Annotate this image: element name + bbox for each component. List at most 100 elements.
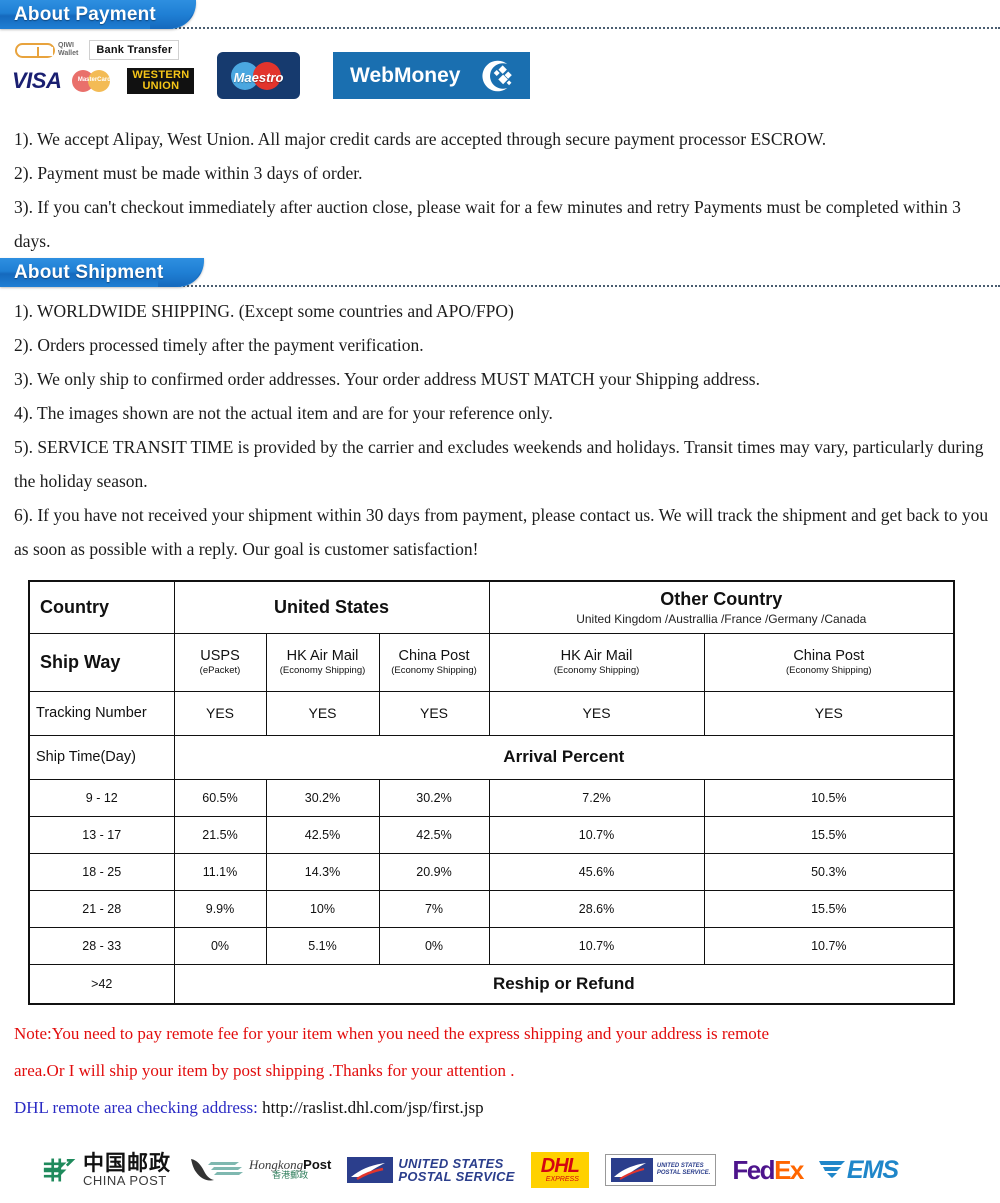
carrier-logo-strip: 中国邮政 CHINA POST HongkongPost 香港郵政 UNITED… [0,1141,1000,1199]
cell-value-4-3: 10.7% [488,926,705,965]
cell-country-label: Country [28,580,175,634]
about-payment-banner: About Payment [0,0,1000,32]
cell-value-1-3: 10.7% [488,815,705,854]
cell-value-0-3: 7.2% [488,778,705,817]
cell-reship-or-refund: Reship or Refund [173,963,955,1005]
cell-tracking-1: YES [265,690,380,736]
dhl-remote-url[interactable]: http://raslist.dhl.com/jsp/first.jsp [262,1098,483,1117]
webmoney-label: WebMoney [350,63,461,87]
remote-fee-note: Note:You need to pay remote fee for your… [0,1005,1000,1126]
shipment-item-1: 1). WORLDWIDE SHIPPING. (Except some cou… [14,301,514,321]
usps-boxed-eagle-icon [610,1158,653,1182]
maestro-label: Maestro [233,69,284,85]
visa-logo: VISA [12,68,62,93]
western-union-logo: WESTERN UNION [127,68,195,94]
table-row: 18 - 25 11.1% 14.3% 20.9% 45.6% 50.3% [28,852,955,891]
table-row: 9 - 12 60.5% 30.2% 30.2% 7.2% 10.5% [28,778,955,817]
cell-ship-way-label: Ship Way [28,632,175,692]
group-subtitle-other: United Kingdom /Australlia /France /Germ… [576,611,867,626]
payment-methods-logo-row: QIWI Wallet Bank Transfer VISA MasterCar… [0,38,1000,116]
cell-ship-way-hk-oc: HK Air Mail (Economy Shipping) [488,632,705,692]
dhl-text: DHL [540,1155,580,1177]
ship-way-name-1: HK Air Mail [286,647,359,664]
table-row-reship: >42 Reship or Refund [28,963,955,1005]
payment-logo-column: QIWI Wallet Bank Transfer VISA MasterCar… [12,38,195,94]
usps-boxed-text: UNITED STATES POSTAL SERVICE. [657,1163,710,1177]
cell-ship-way-usps: USPS (ePacket) [173,632,267,692]
cell-value-1-4: 15.5% [703,815,955,854]
cell-value-3-0: 9.9% [173,889,267,928]
hongkong-post-logo: HongkongPost 香港郵政 [187,1155,331,1185]
fedex-fed-text: Fed [732,1154,775,1185]
ship-way-sub-0: (ePacket) [199,664,241,676]
cell-range-4: 28 - 33 [28,926,175,965]
shipment-item-5: 5). SERVICE TRANSIT TIME is provided by … [14,437,984,491]
cell-range-1: 13 - 17 [28,815,175,854]
cell-value-2-4: 50.3% [703,852,955,891]
cell-tracking-2: YES [378,690,490,736]
group-title-other: Other Country [660,588,783,609]
ship-way-sub-2: (Economy Shipping) [391,664,477,676]
about-shipment-banner: About Shipment [0,258,1000,290]
hongkong-post-bird-icon [191,1159,243,1181]
western-union-line2: UNION [142,80,180,92]
cell-ship-way-cp-oc: China Post (Economy Shipping) [703,632,955,692]
payment-item-2: 2). Payment must be made within 3 days o… [14,163,363,183]
cell-value-4-1: 5.1% [265,926,380,965]
table-row-tracking-number: Tracking Number YES YES YES YES YES [28,690,955,736]
china-post-en: CHINA POST [83,1173,167,1188]
cell-range-2: 18 - 25 [28,852,175,891]
mastercard-logo: MasterCard [69,68,119,94]
cell-range-0: 9 - 12 [28,778,175,817]
shipment-item-3: 3). We only ship to confirmed order addr… [14,369,760,389]
cell-value-1-1: 42.5% [265,815,380,854]
bank-transfer-logo: Bank Transfer [89,40,180,60]
dhl-remote-area-line: DHL remote area checking address: http:/… [14,1089,986,1126]
cell-range-reship: >42 [28,963,175,1005]
cell-value-4-0: 0% [173,926,267,965]
group-title-us: United States [274,596,390,617]
payment-item-1: 1). We accept Alipay, West Union. All ma… [14,129,827,149]
usps-boxed-line1: UNITED STATES [656,1163,704,1169]
shipping-table-wrap: Country United States Other Country Unit… [0,566,1000,1005]
note-red-line-2: area.Or I will ship your item by post sh… [14,1061,515,1080]
usps-text: UNITED STATES POSTAL SERVICE [398,1157,514,1183]
about-shipment-tab: About Shipment [0,258,204,287]
ship-way-name-4: China Post [793,647,865,664]
table-row: 21 - 28 9.9% 10% 7% 28.6% 15.5% [28,889,955,928]
china-post-mark-icon [43,1158,76,1182]
table-row-arrival-header: Ship Time(Day) Arrival Percent [28,734,955,780]
cell-value-0-1: 30.2% [265,778,380,817]
qiwi-wallet-label: QIWI Wallet [58,42,78,58]
cell-group-united-states: United States [173,580,490,634]
hongkong-post-text: HongkongPost 香港郵政 [249,1158,331,1181]
cell-value-3-1: 10% [265,889,380,928]
fedex-logo: FedEx [732,1154,804,1186]
dhl-logo: DHL EXPRESS [530,1152,589,1188]
cell-value-0-2: 30.2% [378,778,490,817]
webmoney-logo: WebMoney [333,52,530,99]
webmoney-mark-icon [482,60,512,91]
shipment-item-4: 4). The images shown are not the actual … [14,403,553,423]
cell-tracking-3: YES [488,690,705,736]
cell-value-2-1: 14.3% [265,852,380,891]
table-row: 13 - 17 21.5% 42.5% 42.5% 10.7% 15.5% [28,815,955,854]
dhl-express-text: EXPRESS [545,1176,579,1183]
china-post-text: 中国邮政 CHINA POST [83,1153,171,1188]
shipping-rates-table: Country United States Other Country Unit… [28,580,956,1005]
cell-value-3-2: 7% [378,889,490,928]
table-row-country: Country United States Other Country Unit… [28,580,955,634]
table-row-ship-way: Ship Way USPS (ePacket) HK Air Mail (Eco… [28,632,955,692]
payment-item-3: 3). If you can't checkout immediately af… [14,197,961,251]
ship-way-sub-3: (Economy Shipping) [553,664,640,676]
note-red-line-1: Note:You need to pay remote fee for your… [14,1024,770,1043]
cell-value-1-0: 21.5% [173,815,267,854]
cell-value-2-2: 20.9% [378,852,490,891]
cell-value-2-0: 11.1% [173,852,267,891]
ship-way-name-2: China Post [398,647,470,664]
qiwi-label-line2: Wallet [58,50,79,57]
maestro-mark-icon: Maestro [223,61,295,91]
usps-eagle-icon [347,1157,394,1183]
ship-way-name-3: HK Air Mail [560,647,633,664]
ems-chevron-icon [818,1161,845,1178]
